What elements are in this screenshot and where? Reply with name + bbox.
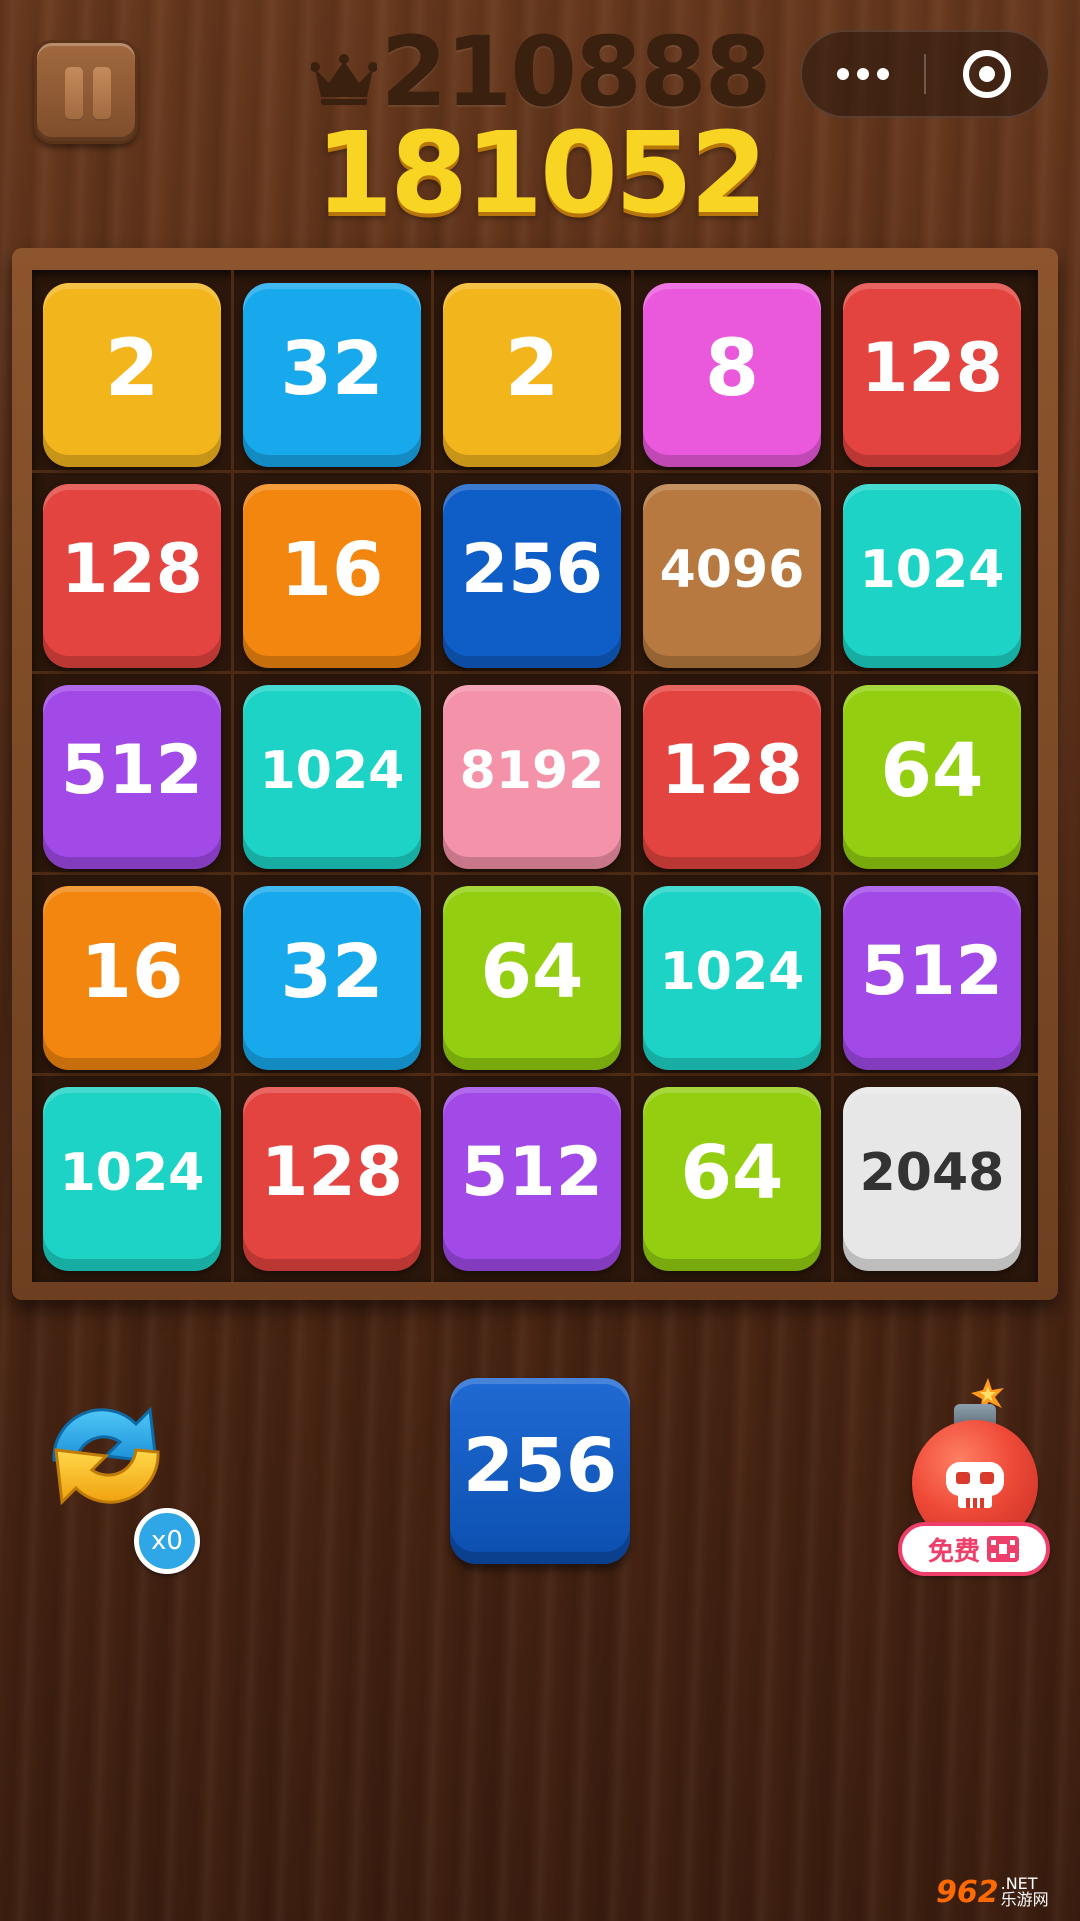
tile-value: 256 [461, 530, 603, 609]
tile-value: 512 [861, 932, 1003, 1011]
best-score: 210888 [380, 16, 772, 128]
watermark-logo: 962 [936, 1874, 999, 1910]
tile-value: 64 [480, 929, 584, 1015]
tile: 128 [843, 283, 1021, 467]
watermark-sub: 乐游网 [1000, 1890, 1049, 1909]
tile-value: 1024 [659, 942, 805, 1002]
tile-value: 8192 [459, 741, 605, 801]
tile: 512 [843, 886, 1021, 1070]
tile: 16 [243, 484, 421, 668]
tile-value: 32 [280, 326, 384, 412]
tile: 32 [243, 283, 421, 467]
tile: 1024 [243, 685, 421, 869]
more-dots-icon[interactable] [802, 68, 924, 80]
tile: 512 [443, 1087, 621, 1271]
tile: 2 [43, 283, 221, 467]
close-button[interactable] [926, 50, 1048, 98]
tile: 1024 [643, 886, 821, 1070]
tile: 64 [443, 886, 621, 1070]
free-label: 免费 [927, 1536, 980, 1567]
tile-value: 128 [261, 1133, 403, 1212]
tile: 4096 [643, 484, 821, 668]
mini-program-capsule [800, 30, 1050, 118]
watermark: 962 .NET 乐游网 [936, 1870, 1072, 1914]
next-tile[interactable]: 256 [450, 1378, 630, 1564]
tile: 8 [643, 283, 821, 467]
tile-value: 512 [61, 731, 203, 810]
tile: 128 [43, 484, 221, 668]
swap-count-badge: x0 [134, 1508, 200, 1574]
tile: 8192 [443, 685, 621, 869]
bomb-button[interactable]: 免费 [898, 1376, 1058, 1576]
current-score: 181052 [315, 109, 768, 239]
video-ad-icon [987, 1536, 1019, 1562]
free-badge[interactable]: 免费 [898, 1522, 1050, 1576]
tile: 64 [643, 1087, 821, 1271]
target-circle-icon [962, 50, 1011, 98]
tile: 32 [243, 886, 421, 1070]
tile-value: 32 [280, 929, 384, 1015]
tile-value: 64 [680, 1130, 784, 1216]
tile: 2 [443, 283, 621, 467]
swap-arrows-icon[interactable] [26, 1390, 186, 1520]
crown-icon [310, 54, 377, 105]
game-board[interactable]: 2 32 2 8 128 128 16 256 4096 1024 512 1024 8192 128 64… [32, 270, 1038, 1282]
next-tile-value: 256 [462, 1423, 618, 1509]
tile: 2048 [843, 1087, 1021, 1271]
tile-value: 512 [461, 1133, 603, 1212]
tile-value: 2 [104, 324, 160, 414]
tile: 128 [243, 1087, 421, 1271]
tile: 256 [443, 484, 621, 668]
skull-bomb-icon [946, 1462, 1004, 1508]
tile-value: 64 [880, 728, 984, 814]
tile: 512 [43, 685, 221, 869]
tile-value: 8 [704, 324, 760, 414]
tile: 16 [43, 886, 221, 1070]
tile: 1024 [843, 484, 1021, 668]
tile-value: 4096 [659, 540, 805, 600]
tile-value: 1024 [59, 1143, 205, 1203]
tile-value: 128 [61, 530, 203, 609]
tile-value: 2048 [859, 1143, 1005, 1203]
tile-value: 16 [280, 527, 384, 613]
tile: 128 [643, 685, 821, 869]
tile-value: 128 [661, 731, 803, 810]
tile-value: 2 [504, 324, 560, 414]
tile-value: 1024 [859, 540, 1005, 600]
tile: 64 [843, 685, 1021, 869]
tile-value: 16 [80, 929, 184, 1015]
tile-value: 1024 [259, 741, 405, 801]
tile-value: 128 [861, 329, 1003, 408]
tile: 1024 [43, 1087, 221, 1271]
